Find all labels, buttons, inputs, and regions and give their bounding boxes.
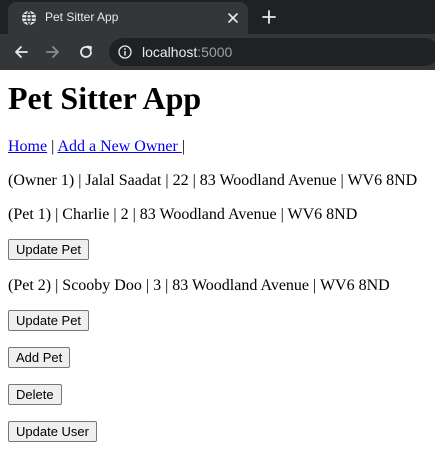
- url-text: localhost:5000: [142, 44, 232, 60]
- address-bar[interactable]: localhost:5000: [109, 38, 435, 66]
- new-tab-plus-icon[interactable]: [261, 9, 277, 25]
- info-icon[interactable]: [118, 45, 132, 59]
- update-pet-button-1[interactable]: Update Pet: [8, 239, 90, 260]
- update-user-button[interactable]: Update User: [8, 421, 97, 442]
- add-pet-button[interactable]: Add Pet: [8, 347, 71, 368]
- tab-title: Pet Sitter App: [45, 10, 119, 24]
- url-port: :5000: [197, 44, 233, 60]
- browser-tab[interactable]: Pet Sitter App: [8, 2, 248, 34]
- browser-tab-bar: Pet Sitter App: [0, 0, 435, 34]
- page-title: Pet Sitter App: [8, 80, 202, 116]
- pet-details-1: (Pet 1) | Charlie | 2 | 83 Woodland Aven…: [8, 206, 358, 223]
- close-icon[interactable]: [227, 12, 239, 24]
- globe-icon: [22, 10, 36, 26]
- back-arrow-icon[interactable]: [13, 44, 29, 60]
- add-owner-link[interactable]: Add a New Owner: [57, 138, 181, 155]
- owner-details: (Owner 1) | Jalal Saadat | 22 | 83 Woodl…: [8, 172, 418, 189]
- home-link[interactable]: Home: [8, 138, 47, 155]
- nav-separator: |: [181, 138, 186, 155]
- forward-arrow-icon[interactable]: [45, 44, 61, 60]
- url-host: localhost: [142, 44, 198, 60]
- reload-icon[interactable]: [78, 44, 94, 60]
- browser-toolbar: localhost:5000: [0, 34, 435, 70]
- delete-button[interactable]: Delete: [8, 384, 62, 405]
- pet-details-2: (Pet 2) | Scooby Doo | 3 | 83 Woodland A…: [8, 277, 390, 294]
- nav-links: Home | Add a New Owner |: [8, 137, 185, 156]
- update-pet-button-2[interactable]: Update Pet: [8, 310, 90, 331]
- nav-separator: |: [47, 138, 58, 155]
